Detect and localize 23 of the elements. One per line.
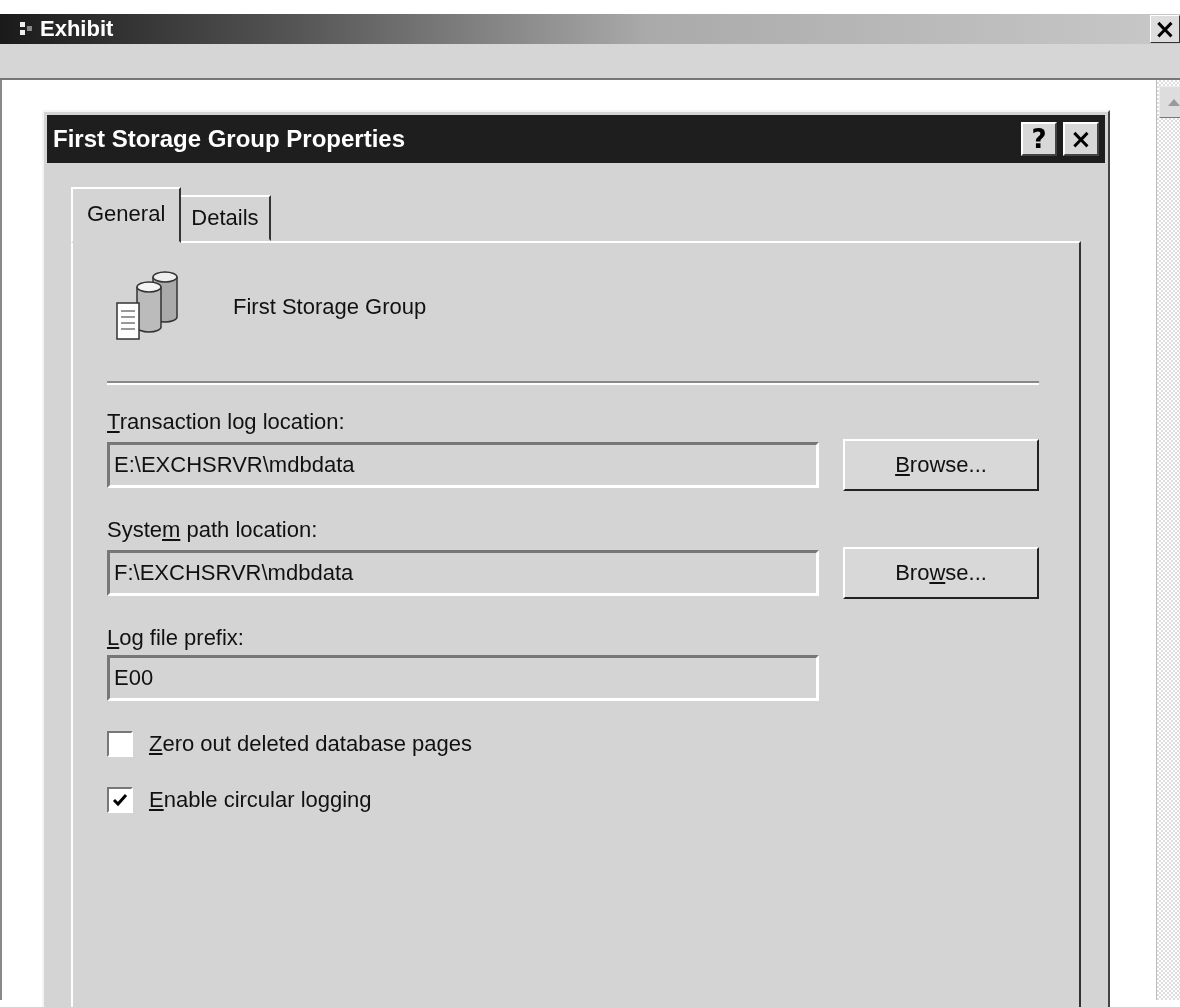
checkbox-label: Enable circular logging xyxy=(149,787,372,813)
input-field[interactable]: F:\EXCHSRVR\mdbdata xyxy=(107,550,819,596)
window-icon xyxy=(20,22,34,36)
check-icon xyxy=(112,792,128,808)
close-button[interactable]: × xyxy=(1150,15,1180,43)
close-button[interactable]: × xyxy=(1063,122,1099,156)
browse-button[interactable]: Browse... xyxy=(843,439,1039,491)
browse-button[interactable]: Browse... xyxy=(843,547,1039,599)
checkbox-label: Zero out deleted database pages xyxy=(149,731,472,757)
input-field[interactable]: E:\EXCHSRVR\mdbdata xyxy=(107,442,819,488)
field-label: Log file prefix: xyxy=(107,625,244,651)
window-title: Exhibit xyxy=(40,16,115,42)
field-label: Transaction log location: xyxy=(107,409,345,435)
tab[interactable]: General xyxy=(71,187,182,243)
checkbox[interactable] xyxy=(107,731,133,757)
dialog-title: First Storage Group Properties xyxy=(53,125,407,153)
tab[interactable]: Details xyxy=(179,195,271,241)
input-field[interactable]: E00 xyxy=(107,655,819,701)
help-button[interactable]: ? xyxy=(1021,122,1057,156)
checkbox[interactable] xyxy=(107,787,133,813)
field-label: System path location: xyxy=(107,517,318,543)
storage-group-name: First Storage Group xyxy=(233,294,427,320)
scrollbar[interactable] xyxy=(1156,80,1180,1000)
